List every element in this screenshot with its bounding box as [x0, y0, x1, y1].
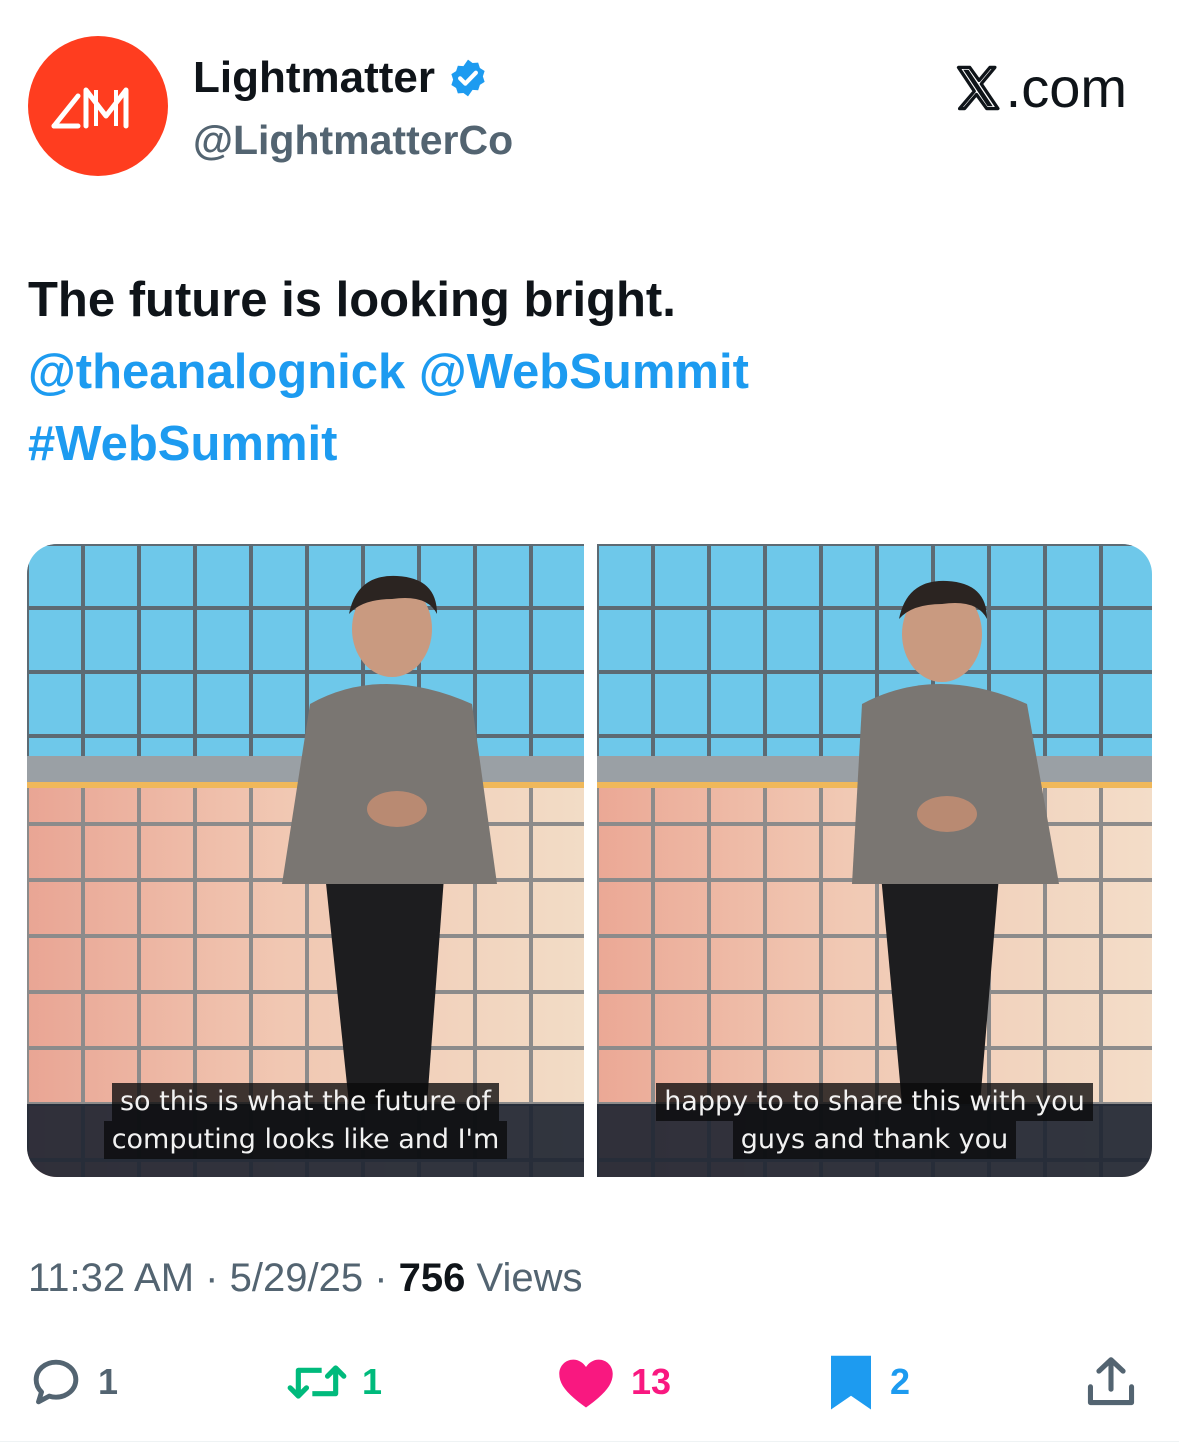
reply-count: 1: [98, 1361, 119, 1402]
caption-right-line-2: guys and thank you: [732, 1121, 1017, 1159]
tweet-body: The future is looking bright.: [28, 273, 676, 327]
meta-separator-1: ·: [205, 1256, 219, 1300]
bookmark-icon: [831, 1355, 871, 1410]
caption-right: happy to to share this with you guys and…: [597, 1083, 1152, 1159]
views-label: Views: [476, 1256, 583, 1300]
media-item-right[interactable]: happy to to share this with you guys and…: [597, 544, 1152, 1177]
like-count: 13: [631, 1361, 672, 1402]
caption-left-line-2: computing looks like and I'm: [103, 1121, 508, 1159]
caption-right-line-1: happy to to share this with you: [656, 1083, 1093, 1121]
repost-count: 1: [362, 1361, 383, 1402]
author-handle[interactable]: @LightmatterCo: [193, 114, 513, 166]
bookmark-count: 2: [890, 1361, 911, 1402]
action-bar: 1 1 13 2: [0, 1350, 1179, 1414]
reply-button[interactable]: 1: [28, 1350, 118, 1414]
bottom-divider: [0, 1441, 1179, 1442]
tweet-time[interactable]: 11:32 AM: [28, 1256, 194, 1300]
caption-left: so this is what the future of computing …: [27, 1083, 584, 1159]
avatar[interactable]: [28, 36, 168, 176]
media-grid: so this is what the future of computing …: [27, 544, 1152, 1177]
mention-theanalognick[interactable]: @theanalognick: [28, 345, 405, 399]
like-button[interactable]: 13: [555, 1350, 671, 1414]
bookmark-button[interactable]: 2: [826, 1350, 910, 1414]
site-brand: .com: [952, 56, 1127, 120]
repost-button[interactable]: 1: [286, 1350, 382, 1414]
meta-separator-2: ·: [374, 1256, 388, 1300]
caption-left-line-1: so this is what the future of: [111, 1083, 499, 1121]
reply-icon: [33, 1359, 79, 1405]
media-item-left[interactable]: so this is what the future of computing …: [27, 544, 584, 1177]
views-count: 756: [398, 1256, 466, 1300]
share-button[interactable]: [1082, 1350, 1140, 1414]
heart-icon: [559, 1359, 613, 1408]
mention-websummit[interactable]: @WebSummit: [419, 345, 749, 399]
hashtag-websummit[interactable]: #WebSummit: [28, 417, 337, 471]
share-icon: [1087, 1357, 1135, 1406]
repost-icon: [287, 1365, 347, 1399]
display-name[interactable]: Lightmatter: [193, 52, 435, 104]
verified-badge-icon: [451, 59, 485, 97]
tweet-meta: 11:32 AM · 5/29/25 · 756 Views: [28, 1252, 583, 1304]
author-name-row: Lightmatter: [193, 52, 489, 104]
x-logo-icon: [956, 65, 1000, 111]
brand-suffix: .com: [1005, 56, 1127, 119]
tweet-date[interactable]: 5/29/25: [230, 1256, 363, 1300]
lightmatter-logo: [51, 87, 129, 129]
tweet-text: The future is looking bright. @theanalog…: [28, 264, 1148, 480]
